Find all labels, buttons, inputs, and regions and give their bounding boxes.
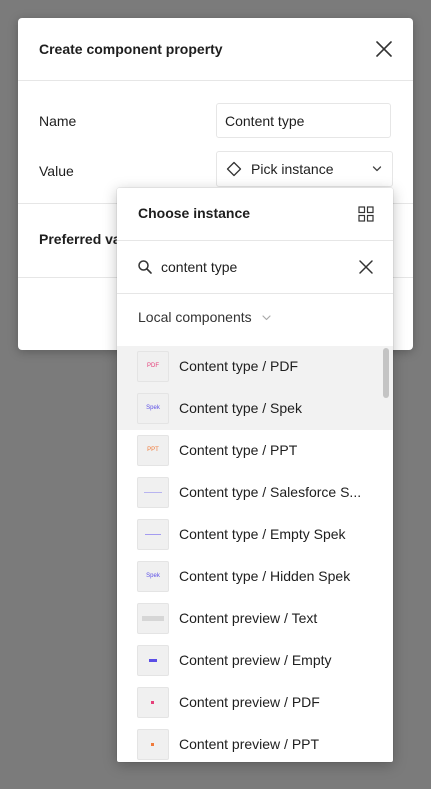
component-thumbnail: Spek [137, 393, 169, 424]
thumbnail-mark [145, 534, 161, 535]
pick-instance-label: Pick instance [251, 161, 334, 177]
grid-icon [358, 206, 374, 222]
search-bar [117, 241, 393, 294]
item-label: Content preview / PDF [179, 694, 320, 710]
item-label: Content type / Salesforce S... [179, 484, 362, 500]
clear-icon [359, 260, 373, 274]
list-item[interactable]: Spek Content type / Hidden Spek [117, 556, 393, 598]
item-label: Content preview / Text [179, 610, 318, 626]
dropdown-header: Choose instance [117, 188, 393, 241]
component-thumbnail [137, 645, 169, 676]
chevron-down-icon [372, 166, 382, 172]
thumbnail-mark [144, 492, 162, 493]
chevron-down-icon [262, 315, 271, 320]
component-thumbnail: Spek [137, 561, 169, 592]
list-item[interactable]: Content preview / PDF [117, 682, 393, 724]
thumbnail-mark [151, 743, 154, 746]
pick-instance-select[interactable]: Pick instance [216, 151, 393, 187]
scrollbar[interactable] [383, 348, 389, 398]
diamond-icon [226, 161, 242, 177]
list-item[interactable]: Content preview / PPT [117, 724, 393, 762]
local-components-toggle[interactable]: Local components [138, 309, 271, 329]
search-icon [138, 260, 152, 274]
component-thumbnail: PPT [137, 435, 169, 466]
component-thumbnail: PDF [137, 351, 169, 382]
item-label: Content type / PPT [179, 442, 298, 458]
component-thumbnail [137, 519, 169, 550]
thumbnail-text: Spek [146, 405, 160, 411]
grid-view-button[interactable] [357, 205, 375, 223]
thumbnail-text: PDF [147, 363, 159, 369]
choose-instance-dropdown: Choose instance Local components [117, 188, 393, 762]
list-item[interactable]: Spek Content type / Spek [117, 388, 393, 430]
list-item[interactable]: PDF Content type / PDF [117, 346, 393, 388]
item-label: Content type / Empty Spek [179, 526, 346, 542]
instance-list: PDF Content type / PDF Spek Content type… [117, 346, 393, 762]
list-item[interactable]: Content preview / Text [117, 598, 393, 640]
list-item[interactable]: Content preview / Empty [117, 640, 393, 682]
item-label: Content preview / Empty [179, 652, 332, 668]
dialog-title: Create component property [39, 41, 223, 57]
thumbnail-mark [151, 701, 154, 704]
list-item[interactable]: Content type / Salesforce S... [117, 472, 393, 514]
search-input[interactable] [161, 255, 341, 279]
close-button[interactable] [374, 39, 394, 59]
name-input[interactable] [216, 103, 391, 138]
item-label: Content type / PDF [179, 358, 299, 374]
value-label: Value [39, 163, 74, 179]
component-thumbnail [137, 687, 169, 718]
component-thumbnail [137, 729, 169, 760]
list-item[interactable]: PPT Content type / PPT [117, 430, 393, 472]
item-label: Content preview / PPT [179, 736, 320, 752]
name-label: Name [39, 113, 77, 129]
list-item[interactable]: Content type / Empty Spek [117, 514, 393, 556]
dropdown-title: Choose instance [138, 205, 251, 221]
section-label: Local components [138, 309, 252, 325]
thumbnail-mark [149, 659, 157, 662]
thumbnail-mark [142, 616, 164, 621]
item-label: Content type / Spek [179, 400, 302, 416]
thumbnail-text: PPT [147, 447, 159, 453]
dialog-header: Create component property [18, 18, 413, 81]
item-label: Content type / Hidden Spek [179, 568, 351, 584]
component-thumbnail [137, 603, 169, 634]
clear-search-button[interactable] [357, 258, 375, 276]
component-thumbnail [137, 477, 169, 508]
thumbnail-text: Spek [146, 573, 160, 579]
close-icon [376, 41, 392, 57]
